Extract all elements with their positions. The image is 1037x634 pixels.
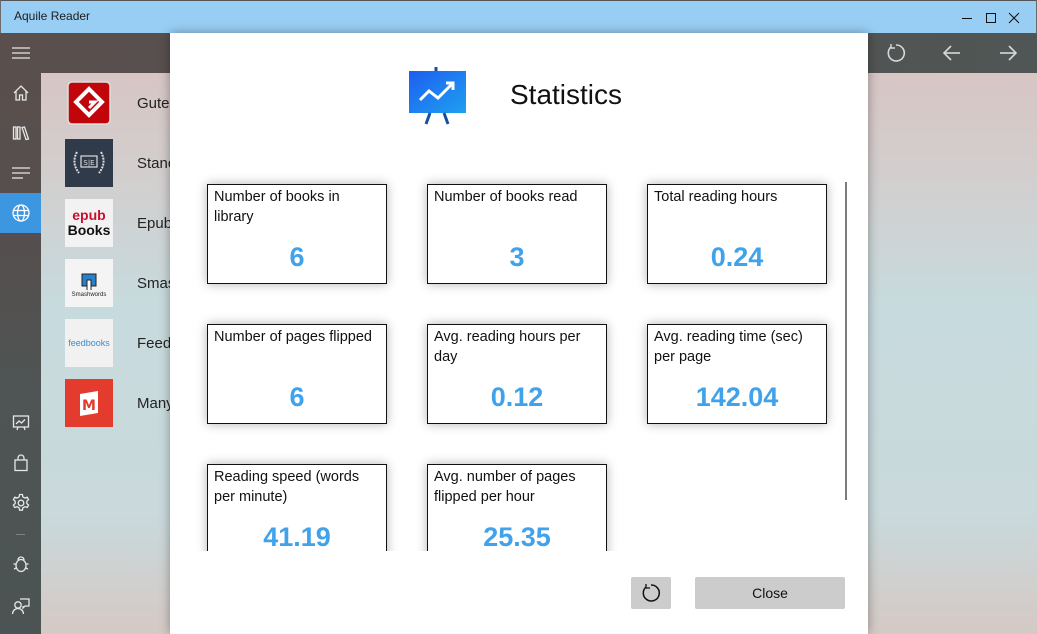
stat-card-avg-time-per-page: Avg. reading time (sec) per page 142.04 bbox=[647, 324, 827, 424]
stat-value: 3 bbox=[509, 242, 525, 272]
stat-card-books-read: Number of books read 3 bbox=[427, 184, 607, 284]
stat-value: 6 bbox=[289, 242, 305, 272]
stat-card-pages-flipped: Number of pages flipped 6 bbox=[207, 324, 387, 424]
dialog-title: Statistics bbox=[510, 79, 623, 110]
arrow-left-icon bbox=[942, 45, 960, 61]
refresh-stats-button[interactable] bbox=[631, 577, 671, 609]
stat-value: 6 bbox=[289, 382, 305, 412]
stat-value: 142.04 bbox=[695, 382, 779, 412]
sidebar-item-online-catalogs[interactable] bbox=[0, 193, 41, 233]
stat-card-reading-speed: Reading speed (words per minute) 41.19 bbox=[207, 464, 387, 551]
bug-icon bbox=[13, 556, 28, 573]
sidebar-item-report-bug[interactable] bbox=[0, 544, 41, 584]
stat-label: Number of pages flipped bbox=[214, 329, 372, 345]
sidebar-item-store[interactable] bbox=[0, 443, 41, 483]
sidebar-item-settings[interactable] bbox=[0, 483, 41, 523]
epub-books-logo: epub Books bbox=[65, 199, 113, 247]
sidebar bbox=[0, 33, 41, 634]
window-title: Aquile Reader bbox=[14, 9, 91, 23]
catalog-name: Epub bbox=[137, 214, 170, 232]
stat-label: Number of books read bbox=[434, 189, 578, 205]
stat-card-pages-per-hour: Avg. number of pages flipped per hour 25… bbox=[427, 464, 607, 551]
standard-ebooks-logo: S|E bbox=[65, 139, 113, 187]
catalog-name: Feed bbox=[137, 334, 170, 352]
feedback-icon bbox=[11, 598, 30, 615]
feedbooks-logo: feedbooks bbox=[65, 319, 113, 367]
close-icon bbox=[1008, 12, 1020, 23]
catalog-name: Many bbox=[137, 394, 170, 412]
sidebar-item-statistics[interactable] bbox=[0, 403, 41, 443]
stat-card-total-reading-hours: Total reading hours 0.24 bbox=[647, 184, 827, 284]
svg-text:S|E: S|E bbox=[83, 159, 94, 167]
stat-value: 0.12 bbox=[490, 382, 544, 412]
store-bag-icon bbox=[13, 454, 28, 472]
sidebar-item-home[interactable] bbox=[0, 73, 41, 113]
catalog-item-feedbooks[interactable]: feedbooks Feed bbox=[41, 313, 181, 373]
title-bar: Aquile Reader bbox=[0, 0, 1037, 33]
catalog-item-epub-books[interactable]: epub Books Epub bbox=[41, 193, 181, 253]
stat-label: Total reading hours bbox=[654, 189, 778, 205]
statistics-icon bbox=[12, 415, 29, 431]
catalog-name: Stanc bbox=[137, 154, 170, 172]
stat-label: Reading speed (words per minute) bbox=[214, 469, 360, 505]
forward-button[interactable] bbox=[980, 33, 1036, 73]
refresh-button[interactable] bbox=[868, 33, 924, 73]
stat-value: 0.24 bbox=[710, 242, 764, 272]
catalog-name: Gute bbox=[137, 94, 170, 112]
gutenberg-logo bbox=[65, 79, 113, 127]
stat-label: Avg. reading time (sec) per page bbox=[654, 329, 803, 365]
arrow-right-icon bbox=[1000, 45, 1018, 61]
catalog-item-standard-ebooks[interactable]: S|E Stanc bbox=[41, 133, 181, 193]
sidebar-item-menu[interactable] bbox=[0, 33, 41, 73]
statistics-chart-icon bbox=[409, 67, 466, 125]
catalog-item-smashwords[interactable]: Smashwords Smas bbox=[41, 253, 181, 313]
stat-value: 41.19 bbox=[263, 522, 331, 551]
hamburger-menu-icon bbox=[11, 47, 30, 59]
stat-label: Number of books in library bbox=[214, 189, 340, 225]
close-button[interactable]: Close bbox=[695, 577, 845, 609]
stat-card-books-in-library: Number of books in library 6 bbox=[207, 184, 387, 284]
statistics-scroll-area[interactable]: Number of books in library 6 Number of b… bbox=[170, 161, 868, 551]
stat-value: 25.35 bbox=[483, 522, 551, 551]
smashwords-logo: Smashwords bbox=[65, 259, 113, 307]
catalog-name: Smas bbox=[137, 274, 170, 292]
stat-label: Avg. reading hours per day bbox=[434, 329, 581, 365]
gear-icon bbox=[12, 493, 29, 511]
catalog-item-gutenberg[interactable]: Gute bbox=[41, 73, 181, 133]
statistics-dialog: Statistics Number of books in library 6 … bbox=[170, 33, 868, 634]
sidebar-item-library[interactable] bbox=[0, 113, 41, 153]
sidebar-item-list[interactable] bbox=[0, 153, 41, 193]
home-icon bbox=[13, 85, 28, 101]
library-icon bbox=[12, 126, 29, 141]
list-icon bbox=[11, 167, 30, 179]
back-button[interactable] bbox=[924, 33, 980, 73]
stat-card-avg-hours-per-day: Avg. reading hours per day 0.12 bbox=[427, 324, 607, 424]
svg-text:M: M bbox=[82, 398, 96, 414]
manybooks-logo: M bbox=[65, 379, 113, 427]
globe-icon bbox=[11, 204, 30, 222]
refresh-icon bbox=[887, 44, 906, 62]
catalog-item-manybooks[interactable]: M Many bbox=[41, 373, 181, 433]
sidebar-item-feedback[interactable] bbox=[0, 586, 41, 626]
close-window-button[interactable] bbox=[991, 1, 1037, 34]
sidebar-divider bbox=[16, 534, 25, 535]
stat-label: Avg. number of pages flipped per hour bbox=[434, 469, 576, 505]
refresh-icon bbox=[642, 584, 660, 602]
catalog-list: Gute S|E Stanc epub Books Epub Smashword… bbox=[41, 73, 170, 634]
vertical-scrollbar[interactable] bbox=[845, 182, 847, 500]
